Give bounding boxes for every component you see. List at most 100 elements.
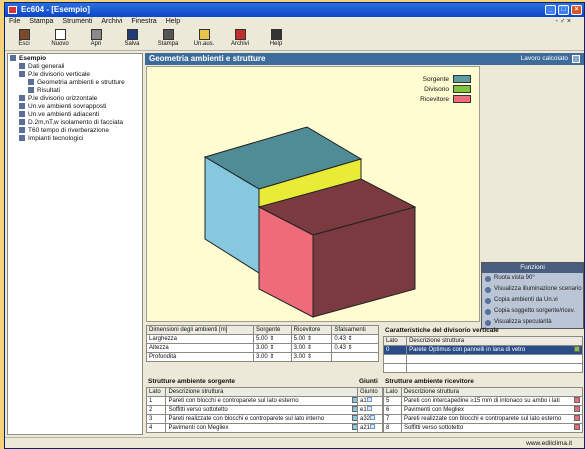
tree-node[interactable]: Esempio (10, 55, 140, 63)
maximize-button[interactable]: □ (558, 5, 569, 15)
dimension-ric-cell[interactable]: 5.00 ⇕ (290, 334, 333, 344)
joint-checkbox[interactable] (366, 397, 372, 402)
function-item[interactable]: Copia ambienti da Un.vi (482, 295, 583, 306)
table-row[interactable]: a1 (357, 396, 383, 406)
dimension-ric-cell[interactable]: 3.00 ⇕ (290, 343, 333, 353)
table-row[interactable]: 2 Soffitti verso sottotetto (145, 405, 361, 415)
table-row[interactable]: a21 (357, 423, 383, 433)
table-row[interactable]: 5 Pareti con intercapedine ≥15 mm di into… (383, 396, 584, 406)
dimension-sorg-cell[interactable]: 3.00 ⇕ (252, 343, 292, 353)
function-item[interactable]: Ruota vista 90° (482, 273, 583, 284)
menu-finestra[interactable]: Finestra (131, 18, 156, 25)
spinner-icon[interactable]: ⇕ (305, 345, 312, 351)
menu-file[interactable]: File (9, 18, 20, 25)
dimension-sorg-cell[interactable]: 5.00 ⇕ (252, 334, 292, 344)
print-icon (162, 29, 174, 40)
tree-node[interactable]: D.2m,nT,w isolamento di facciata (10, 119, 140, 127)
tree-node[interactable]: Geometria ambienti e strutture (10, 79, 140, 87)
column-header: Dimensioni degli ambienti [m] (146, 325, 254, 335)
dimension-ric-cell[interactable]: 3.00 ⇕ (290, 352, 333, 362)
dimension-sfal-cell[interactable]: 0.43 ⇕ (331, 334, 379, 344)
table-row[interactable]: 6 Pavimenti con Megliex (383, 405, 584, 415)
spinner-icon[interactable]: ⇕ (268, 345, 274, 351)
mdi-window-controls[interactable]: - ♂ × (555, 17, 571, 27)
joint-checkbox[interactable] (370, 415, 376, 420)
toolbar-help-button[interactable]: Help (261, 28, 291, 50)
spinner-icon[interactable]: ⇕ (346, 345, 353, 351)
receiver-structures-table: Lato Descrizione struttura 5 Pareti con in… (383, 387, 584, 433)
column-header: Lato (383, 387, 402, 397)
dimensions-table: Dimensioni degli ambienti [m] Sorgente Ric… (146, 325, 379, 362)
dimension-sfal-cell[interactable] (331, 352, 379, 362)
dimension-ric-value: 3.00 (293, 345, 306, 351)
table-row[interactable]: a32 (357, 414, 383, 424)
tree-node-label: D.2m,nT,w isolamento di facciata (28, 119, 124, 126)
legend: Sorgente Divisorio Ricevitore (420, 75, 471, 105)
toolbar-archivi-button[interactable]: Archivi (225, 28, 255, 50)
structure-cell: Pareti con blocchi e controparete sul la… (165, 396, 361, 406)
column-header: Descrizione struttura (400, 387, 584, 397)
function-item[interactable]: Copia soggetto sorgente/ricev. (482, 306, 583, 317)
table-row[interactable]: 0 Parete Optimus con pannelli in lana di … (382, 345, 583, 355)
spinner-icon[interactable]: ⇕ (305, 336, 312, 342)
legend-item: Divisorio (420, 85, 471, 95)
tree-node[interactable]: Risultati (10, 87, 140, 95)
toolbar-salva-button[interactable]: Salva (117, 28, 147, 50)
toolbar-nuovo-button[interactable]: Nuovo (45, 28, 75, 50)
side-cell: 0 (382, 345, 408, 355)
column-header: Descrizione struttura (165, 387, 361, 397)
legend-label: Ricevitore (420, 96, 449, 103)
structure-color-icon (574, 415, 580, 421)
dimension-sorg-cell[interactable]: 3.00 ⇕ (252, 352, 292, 362)
legend-label: Divisorio (424, 86, 449, 93)
menu-strumenti[interactable]: Strumenti (62, 18, 92, 25)
spinner-icon[interactable]: ⇕ (346, 336, 353, 342)
toolbar-label: Archivi (230, 41, 249, 47)
table-row[interactable]: 8 Soffitti verso sottotetto (383, 423, 584, 433)
tree-node[interactable]: Un.ve ambienti adiacenti (10, 111, 140, 119)
3d-view[interactable]: Sorgente Divisorio Ricevitore (146, 66, 480, 322)
tree-node[interactable]: T60 tempo di riverberazione (10, 127, 140, 135)
toolbar-stampa-button[interactable]: Stampa (153, 28, 183, 50)
tree-node-label: Dati generali (28, 63, 65, 70)
toolbar-apri-button[interactable]: Apri (81, 28, 111, 50)
receiver-structures-title: Strutture ambiente ricevitore (385, 378, 474, 385)
legend-item: Ricevitore (420, 95, 471, 105)
spinner-icon[interactable]: ⇕ (268, 336, 274, 342)
tree-node[interactable]: Impianti tecnologici (10, 135, 140, 143)
toolbar-unaus-button[interactable]: Un.aus. (189, 28, 219, 50)
tree-node[interactable]: Dati generali (10, 63, 140, 71)
menu-archivi[interactable]: Archivi (101, 18, 122, 25)
project-tree[interactable]: Esempio Dati generali P.le divisorio verti… (7, 53, 143, 435)
structure-desc: Pareti realizzate con blocchi e contropa… (168, 416, 325, 422)
function-item[interactable]: Visualizza illuminazione scenario (482, 284, 583, 295)
toolbar-esci-button[interactable]: Esci (9, 28, 39, 50)
tree-node[interactable]: P.le divisorio verticale (10, 71, 140, 79)
table-row[interactable]: e1 (357, 405, 383, 415)
table-row[interactable]: 7 Pareti realizzate con blocchi e controp… (383, 414, 584, 424)
minimize-button[interactable]: _ (545, 5, 556, 15)
window-title: Ec604 - [Esempio] (21, 5, 90, 14)
menu-stampa[interactable]: Stampa (29, 18, 53, 25)
structure-cell: Pareti con intercapedine ≥15 mm di inton… (400, 396, 584, 406)
structure-desc: Pareti con blocchi e controparete sul la… (168, 398, 299, 404)
tree-node[interactable]: Un.ve ambienti sovrapposti (10, 103, 140, 111)
save-icon (126, 29, 138, 40)
joint-checkbox[interactable] (366, 406, 372, 411)
divider-section-title: Caratteristiche del divisorio verticale (385, 327, 499, 334)
table-row[interactable]: 3 Pareti realizzate con blocchi e controp… (145, 414, 361, 424)
tree-node-label: P.le divisorio orizzontale (28, 95, 98, 102)
table-row[interactable]: 4 Pavimenti con Megliex (145, 423, 361, 433)
calc-status-icon[interactable] (572, 55, 580, 63)
joint-cell: a32 (357, 414, 383, 424)
tree-node[interactable]: P.le divisorio orizzontale (10, 95, 140, 103)
close-button[interactable]: × (571, 5, 582, 15)
spinner-icon[interactable]: ⇕ (268, 354, 274, 360)
table-row[interactable]: 1 Pareti con blocchi e controparete sul l… (145, 396, 361, 406)
dimension-label: Larghezza (146, 334, 254, 344)
dimension-label: Altezza (146, 343, 254, 353)
menu-help[interactable]: Help (166, 18, 180, 25)
dimension-sfal-cell[interactable]: 0.43 ⇕ (331, 343, 379, 353)
spinner-icon[interactable]: ⇕ (305, 354, 312, 360)
joint-checkbox[interactable] (370, 424, 376, 429)
